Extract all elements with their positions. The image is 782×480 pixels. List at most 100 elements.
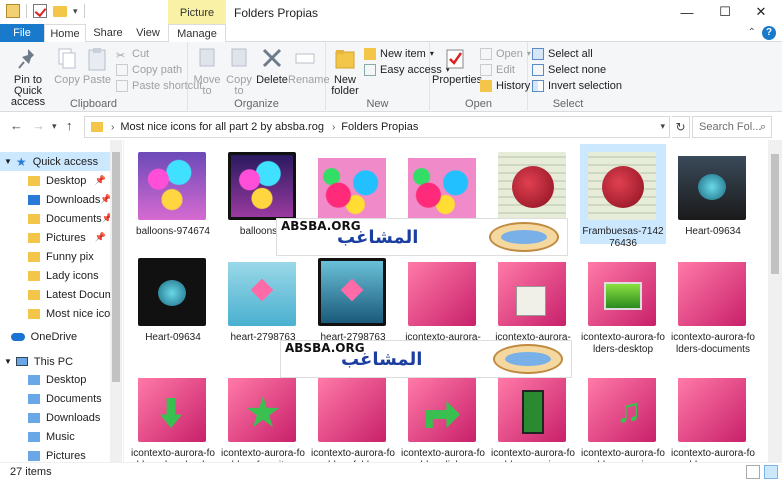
file-tile[interactable]: heart-2798763: [220, 250, 306, 350]
nav-onedrive[interactable]: › OneDrive: [0, 327, 110, 346]
new-group: New folder New item ▾ Easy access ▾ New: [326, 42, 450, 112]
sidebar-item-quick[interactable]: Desktop 📌: [0, 171, 110, 190]
copy-button[interactable]: Copy: [54, 46, 80, 86]
file-tile[interactable]: Frambuesas-7142 76436: [580, 144, 666, 249]
sidebar-item-quick[interactable]: Lady icons: [0, 266, 110, 285]
file-tile[interactable]: Heart-09634: [130, 250, 216, 350]
new-folder-button[interactable]: New folder: [328, 46, 362, 97]
scissors-icon: ✂: [116, 50, 126, 62]
new-group-label: New: [366, 98, 389, 110]
sidebar-item-quick[interactable]: Documents📌: [0, 209, 110, 228]
tab-home[interactable]: Home: [44, 24, 86, 43]
tab-file[interactable]: File: [0, 24, 44, 42]
file-tile[interactable]: icontexto-aurora-folders-documents: [670, 250, 756, 355]
rename-button[interactable]: Rename: [288, 46, 330, 86]
properties-button[interactable]: Properties: [432, 46, 482, 86]
title-bar: ▾ Picture Tools Folders Propias — ☐ ✕: [0, 0, 782, 45]
forward-arrow-icon[interactable]: →: [32, 118, 45, 133]
new-folder-icon: [333, 46, 357, 72]
expand-caret-icon[interactable]: ▼: [4, 157, 12, 166]
file-tile[interactable]: icontexto-aurora-folders-folder: [310, 366, 396, 462]
help-icon[interactable]: ?: [762, 26, 776, 40]
file-name: Frambuesas-7142 76436: [582, 226, 664, 249]
nav-this-pc[interactable]: ▼ This PC: [0, 352, 110, 371]
file-tile[interactable]: balloons-974674: [130, 144, 216, 244]
paste-button[interactable]: Paste: [82, 46, 112, 86]
expand-caret-icon[interactable]: ▼: [4, 357, 12, 366]
properties-quick-icon[interactable]: [33, 4, 47, 18]
history-icon: [480, 80, 492, 92]
file-tile[interactable]: icontexto-aurora-: [490, 250, 576, 350]
pin-icon[interactable]: 📌: [102, 213, 110, 224]
folder-app-icon[interactable]: [6, 4, 20, 18]
large-icons-view-icon[interactable]: [764, 465, 778, 479]
sidebar-item-quick[interactable]: Downloads📌: [0, 190, 110, 209]
breadcrumb-chevron-icon[interactable]: ›: [111, 122, 114, 133]
tab-view[interactable]: View: [130, 24, 166, 42]
move-to-button[interactable]: Move to: [192, 46, 222, 97]
file-tile[interactable]: heart-2798763: [310, 250, 396, 350]
sidebar-item-pc[interactable]: Downloads: [0, 408, 110, 427]
breadcrumb-chevron-icon[interactable]: ›: [332, 122, 335, 133]
address-bar[interactable]: › Most nice icons for all part 2 by absb…: [84, 116, 670, 138]
recent-locations-caret-icon[interactable]: ▾: [52, 121, 57, 132]
scrollbar-thumb[interactable]: [771, 154, 779, 274]
invert-selection-button[interactable]: Invert selection: [532, 78, 622, 94]
select-all-label: Select all: [548, 48, 593, 60]
collapse-ribbon-icon[interactable]: ⌃: [748, 27, 756, 38]
file-tile[interactable]: icontexto-aurora-folders-open: [670, 366, 756, 462]
back-arrow-icon[interactable]: ←: [10, 118, 23, 133]
history-button[interactable]: History: [480, 78, 530, 94]
breadcrumb-current[interactable]: Folders Propias: [341, 121, 418, 133]
close-button[interactable]: ✕: [738, 0, 782, 24]
pin-icon[interactable]: 📌: [100, 194, 110, 205]
select-group-label: Select: [552, 98, 584, 110]
navigation-pane: ▼ ★ Quick access Desktop📌Downloads📌Docum…: [0, 140, 124, 462]
sidebar-item-pc[interactable]: Documents: [0, 389, 110, 408]
file-tile[interactable]: icontexto-aurora-folders-links: [400, 366, 486, 462]
file-tile[interactable]: ♫ icontexto-aurora-folders-music: [580, 366, 666, 462]
customize-toolbar-caret-icon[interactable]: ▾: [73, 6, 78, 17]
copy-path-button[interactable]: Copy path: [116, 62, 182, 78]
file-tile[interactable]: Heart-09634: [670, 144, 756, 244]
file-tile[interactable]: icontexto-aurora-folders-desktop: [580, 250, 666, 355]
pin-icon[interactable]: 📌: [95, 232, 106, 243]
pin-icon[interactable]: 📌: [95, 175, 106, 186]
sidebar-item-pc[interactable]: Desktop: [0, 370, 110, 389]
refresh-icon[interactable]: ↻: [672, 116, 690, 138]
file-tile[interactable]: icontexto-aurora-: [400, 250, 486, 350]
open-button[interactable]: Open ▾: [480, 46, 531, 62]
sidebar-item-quick[interactable]: Latest Documents: [0, 285, 110, 304]
sidebar-item-pc[interactable]: Pictures: [0, 446, 110, 462]
edit-button[interactable]: Edit: [480, 62, 515, 78]
tab-manage[interactable]: Manage: [168, 24, 226, 43]
file-tile[interactable]: icontexto-aurora-folders-downloads: [130, 366, 216, 462]
navigation-scrollbar[interactable]: [110, 140, 122, 462]
select-none-button[interactable]: Select none: [532, 62, 606, 78]
scrollbar-thumb[interactable]: [112, 152, 120, 382]
new-folder-quick-icon[interactable]: [53, 5, 67, 17]
details-view-icon[interactable]: [746, 465, 760, 479]
new-item-button[interactable]: New item ▾: [364, 46, 434, 62]
select-all-button[interactable]: Select all: [532, 46, 593, 62]
sidebar-item-pc[interactable]: Music: [0, 427, 110, 446]
breadcrumb-parent[interactable]: Most nice icons for all part 2 by absba.…: [120, 121, 324, 133]
file-tile[interactable]: icontexto-aurora-folders-favorites: [220, 366, 306, 462]
sidebar-item-quick[interactable]: Most nice icons f: [0, 304, 110, 323]
nav-quick-access[interactable]: ▼ ★ Quick access: [0, 152, 110, 171]
vertical-scrollbar[interactable]: [768, 140, 782, 462]
file-tile[interactable]: icontexto-aurora-folders-movies: [490, 366, 576, 462]
expand-caret-icon[interactable]: ›: [4, 332, 7, 341]
search-box[interactable]: Search Fol... ⌕: [692, 116, 772, 138]
address-dropdown-caret-icon[interactable]: ▾: [660, 121, 665, 132]
cut-button[interactable]: ✂ Cut: [116, 46, 149, 62]
up-arrow-icon[interactable]: ↑: [66, 118, 73, 133]
tab-share[interactable]: Share: [88, 24, 128, 42]
copy-to-button[interactable]: Copy to: [224, 46, 254, 97]
sidebar-item-quick[interactable]: Pictures 📌: [0, 228, 110, 247]
sidebar-item-quick[interactable]: Funny pix: [0, 247, 110, 266]
thumbnail-image: [318, 152, 386, 220]
new-item-icon: [364, 48, 376, 60]
open-group-label: Open: [465, 98, 492, 110]
delete-button[interactable]: Delete: [256, 46, 288, 86]
